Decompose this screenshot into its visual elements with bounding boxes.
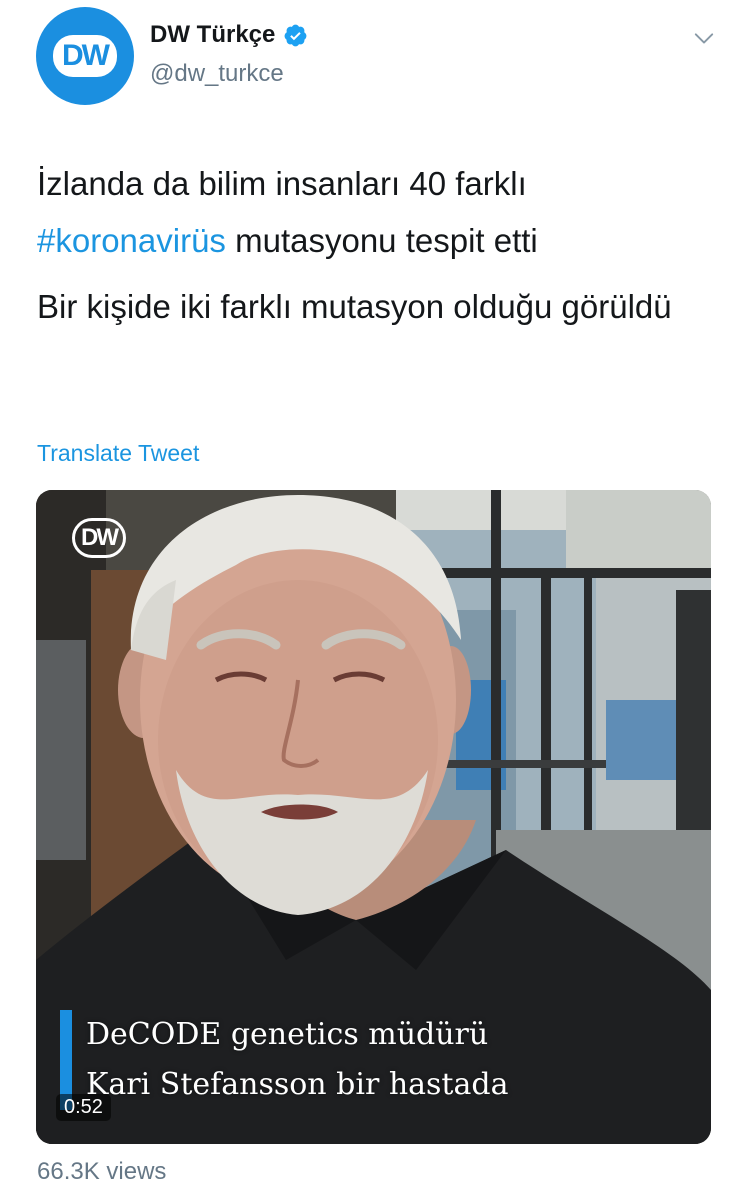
author-handle[interactable]: @dw_turkce: [150, 60, 284, 88]
video-duration-badge: 0:52: [56, 1094, 111, 1121]
dw-logo: DW: [53, 35, 117, 77]
tweet-line-2-rest: mutasyonu tespit etti: [225, 222, 538, 259]
video-watermark-logo: DW: [72, 518, 126, 558]
tweet-paragraph-1: İzlanda da bilim insanları 40 farklı #ko…: [37, 155, 697, 269]
caption-line-2: Kari Stefansson bir hastada: [86, 1067, 509, 1102]
avatar-logo-text: DW: [62, 39, 110, 72]
author-name-row[interactable]: DW Türkçe: [150, 21, 308, 49]
tweet-text: İzlanda da bilim insanları 40 farklı #ko…: [37, 155, 697, 335]
author-avatar[interactable]: DW: [36, 7, 134, 105]
tweet-paragraph-2: Bir kişide iki farklı mutasyon olduğu gö…: [37, 288, 672, 325]
view-count: 66.3K views: [37, 1158, 167, 1185]
video-caption: DeCODE genetics müdürü Kari Stefansson b…: [60, 1010, 508, 1110]
hashtag-link[interactable]: #koronavirüs: [37, 222, 226, 259]
verified-badge-icon: [284, 24, 307, 46]
translate-tweet-link[interactable]: Translate Tweet: [37, 440, 199, 467]
chevron-down-icon[interactable]: [693, 27, 715, 49]
tweet-line-1: İzlanda da bilim insanları 40 farklı: [37, 165, 527, 202]
video-player[interactable]: DW DeCODE genetics müdürü Kari Stefansso…: [36, 490, 711, 1144]
tweet-card: DW DW Türkçe @dw_turkce İzlanda da bilim…: [0, 0, 747, 1200]
author-display-name[interactable]: DW Türkçe: [150, 21, 275, 49]
caption-line-1: DeCODE genetics müdürü: [86, 1017, 489, 1052]
video-watermark-text: DW: [81, 524, 119, 551]
